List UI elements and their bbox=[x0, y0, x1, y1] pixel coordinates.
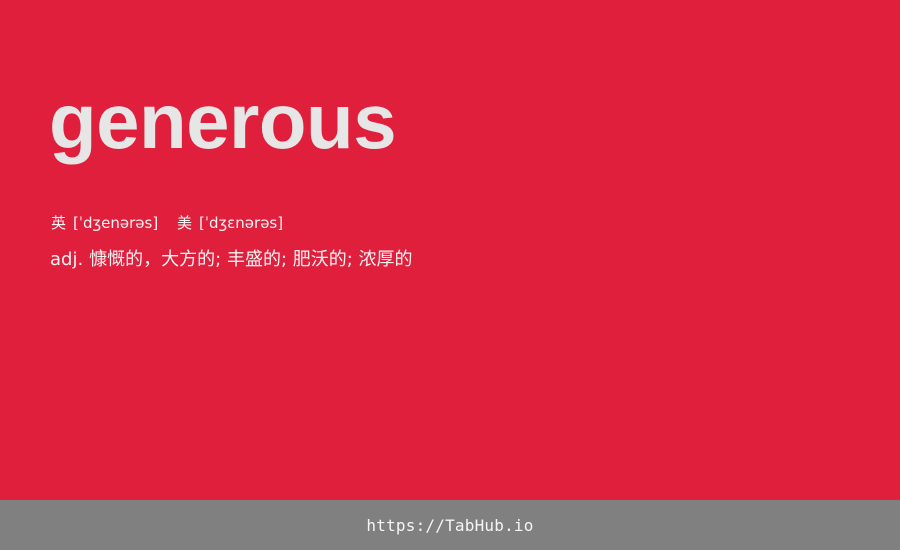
definition: adj. 慷慨的，大方的; 丰盛的; 肥沃的; 浓厚的 bbox=[50, 247, 413, 273]
phonetic-us: 美 [ˈdʒɛnərəs] bbox=[177, 214, 283, 232]
tabhub-link[interactable]: https://TabHub.io bbox=[366, 516, 533, 535]
phonetic-uk: 英 [ˈdʒenərəs] bbox=[51, 214, 163, 232]
definition-meanings: 慷慨的，大方的; 丰盛的; 肥沃的; 浓厚的 bbox=[89, 249, 413, 270]
phonetic-uk-label: 英 bbox=[51, 214, 67, 232]
phonetics: 英 [ˈdʒenərəs] 美 [ˈdʒɛnərəs] bbox=[51, 213, 283, 233]
footer-bar: https://TabHub.io bbox=[0, 500, 900, 550]
part-of-speech: adj. bbox=[50, 249, 84, 270]
phonetic-uk-ipa: [ˈdʒenərəs] bbox=[73, 214, 159, 232]
phonetic-us-ipa: [ˈdʒɛnərəs] bbox=[199, 214, 284, 232]
phonetic-us-label: 美 bbox=[177, 214, 193, 232]
word-title: generous bbox=[49, 77, 397, 165]
word-card: generous 英 [ˈdʒenərəs] 美 [ˈdʒɛnərəs] adj. 慷… bbox=[0, 0, 900, 500]
